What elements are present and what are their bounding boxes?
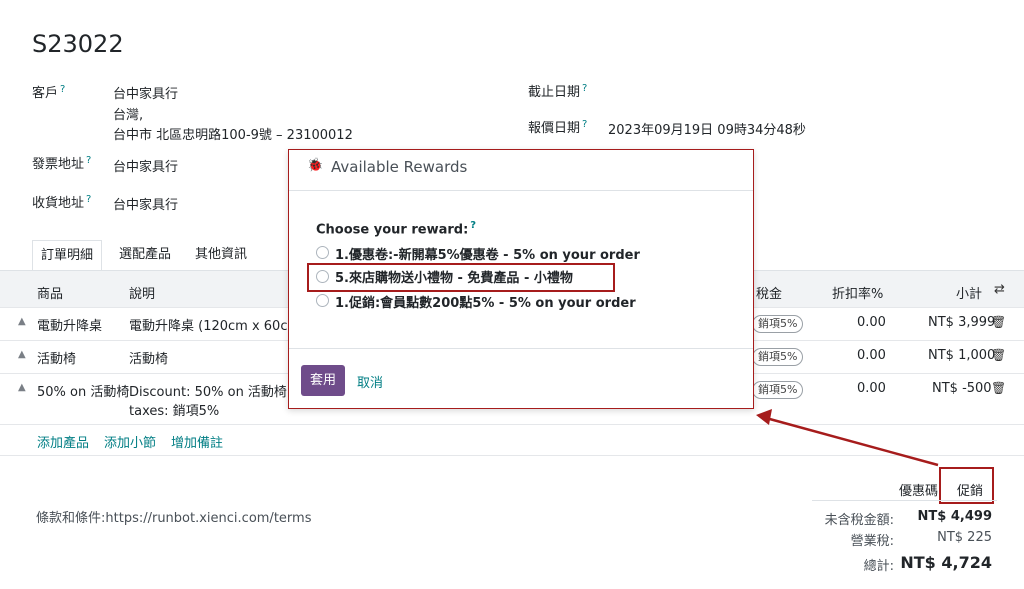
choose-reward-label: Choose your reward:? (316, 220, 477, 238)
table-row-product[interactable]: 50% on 活動椅 (37, 381, 129, 400)
table-row-discount[interactable]: 0.00 (857, 348, 886, 363)
bug-icon: 🐞 (307, 158, 324, 173)
table-row-discount[interactable]: 0.00 (857, 381, 886, 396)
table-row-description[interactable]: Discount: 50% on 活動椅 - C (129, 381, 309, 400)
promotion-button[interactable]: 促銷 (957, 480, 983, 499)
help-icon[interactable]: ? (582, 119, 587, 130)
drag-handle-icon[interactable]: ▲ (18, 382, 26, 393)
table-row-subtotal: NT$ 1,000 (928, 348, 996, 363)
totals-divider (812, 500, 997, 501)
tax-amount-label: 營業稅: (850, 534, 894, 549)
table-row-description[interactable]: 電動升降桌 (120cm x 60cm, (129, 315, 304, 334)
column-description[interactable]: 說明 (129, 283, 155, 302)
column-subtotal[interactable]: 小計 (956, 283, 982, 302)
table-row-product[interactable]: 活動椅 (37, 348, 76, 367)
trash-icon[interactable]: 🗑 (991, 381, 1006, 395)
table-row-discount[interactable]: 0.00 (857, 315, 886, 330)
invoice-address-label: 發票地址? (32, 154, 92, 172)
add-product-link[interactable]: 添加產品 (37, 432, 89, 451)
quote-date-label: 報價日期? (528, 118, 588, 136)
trash-icon[interactable]: 🗑 (991, 348, 1006, 362)
help-icon[interactable]: ? (86, 155, 91, 166)
order-title: S23022 (32, 30, 124, 58)
tab-optional-products[interactable]: 選配產品 (111, 240, 179, 270)
column-settings-icon[interactable]: ⇄ (994, 282, 1005, 297)
help-icon[interactable]: ? (60, 84, 65, 95)
cancel-button[interactable]: 取消 (357, 372, 383, 391)
table-row-description-line2: taxes: 銷項5% (129, 404, 220, 419)
coupon-button[interactable]: 優惠碼 (899, 480, 938, 499)
dialog-title: Available Rewards (331, 158, 468, 176)
delivery-address-label: 收貨地址? (32, 193, 92, 211)
terms-and-conditions[interactable]: 條款和條件:https://runbot.xienci.com/terms (36, 507, 311, 526)
available-rewards-dialog: 🐞 Available Rewards Choose your reward:?… (288, 149, 754, 409)
reward-option-3[interactable]: 1.促銷:會員點數200點5% - 5% on your order (335, 292, 636, 311)
reward-option-1[interactable]: 1.優惠卷:-新開幕5%優惠卷 - 5% on your order (335, 244, 640, 263)
expiry-date-label: 截止日期? (528, 82, 588, 100)
column-tax[interactable]: 稅金 (756, 283, 782, 302)
table-row-product[interactable]: 電動升降桌 (37, 315, 102, 334)
trash-icon[interactable]: 🗑 (991, 315, 1006, 329)
delivery-address[interactable]: 台中家具行 (113, 194, 178, 213)
customer-label: 客戶? (32, 83, 66, 101)
tab-other-info[interactable]: 其他資訊 (187, 240, 255, 270)
tax-badge[interactable]: 銷項5% (752, 381, 804, 399)
add-section-link[interactable]: 添加小節 (104, 432, 156, 451)
reward-option-2[interactable]: 5.來店購物送小禮物 - 免費產品 - 小禮物 (335, 267, 573, 286)
table-row-subtotal: NT$ 3,999 (928, 315, 996, 330)
customer-address-line2: 台中市 北區忠明路100-9號 – 23100012 (113, 128, 353, 143)
quote-date[interactable]: 2023年09月19日 09時34分48秒 (608, 119, 806, 138)
help-icon[interactable]: ? (86, 194, 91, 205)
tax-badge[interactable]: 銷項5% (752, 348, 804, 366)
customer-address-line1: 台灣, (113, 108, 144, 123)
tax-badge[interactable]: 銷項5% (752, 315, 804, 333)
apply-button[interactable]: 套用 (301, 365, 345, 396)
annotation-arrow (756, 409, 939, 467)
invoice-address[interactable]: 台中家具行 (113, 156, 178, 175)
reward-radio-3[interactable] (316, 294, 329, 307)
tax-amount: NT$ 225 (937, 530, 992, 545)
drag-handle-icon[interactable]: ▲ (18, 349, 26, 360)
untaxed-amount-label: 未含稅金額: (824, 513, 894, 528)
reward-radio-1[interactable] (316, 246, 329, 259)
tab-order-lines[interactable]: 訂單明細 (32, 240, 103, 272)
column-discount[interactable]: 折扣率% (832, 283, 883, 302)
untaxed-amount: NT$ 4,499 (917, 509, 992, 524)
add-note-link[interactable]: 增加備註 (171, 432, 223, 451)
customer-name[interactable]: 台中家具行 (113, 83, 178, 102)
reward-radio-2[interactable] (316, 270, 329, 283)
table-row-subtotal: NT$ -500 (932, 381, 992, 396)
dialog-footer-divider (289, 348, 753, 349)
help-icon[interactable]: ? (470, 220, 476, 231)
table-row-description[interactable]: 活動椅 (129, 348, 168, 367)
help-icon[interactable]: ? (582, 83, 587, 94)
total-amount: NT$ 4,724 (900, 553, 992, 572)
column-product[interactable]: 商品 (37, 283, 63, 302)
drag-handle-icon[interactable]: ▲ (18, 316, 26, 327)
